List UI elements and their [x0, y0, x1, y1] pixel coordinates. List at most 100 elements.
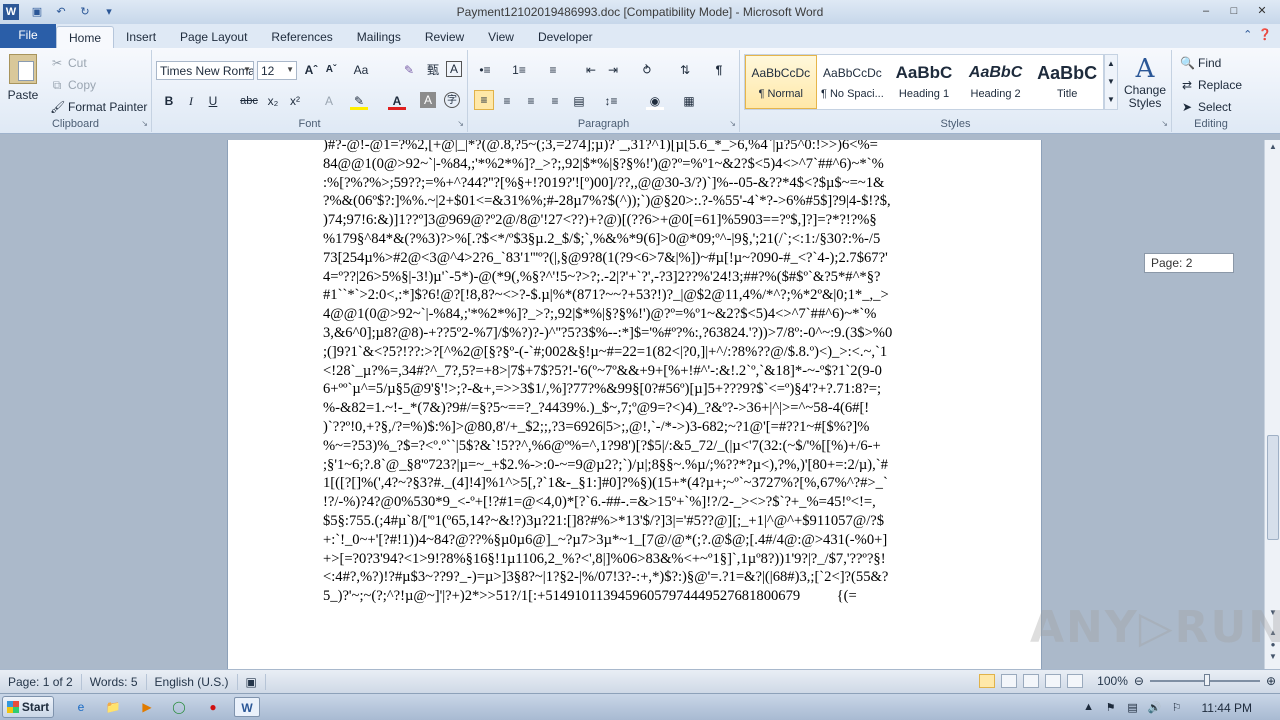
zoom-out-icon[interactable]: ⊖: [1134, 674, 1144, 688]
phonetic-guide-icon[interactable]: 甄: [424, 61, 442, 79]
sort-icon[interactable]: ⇅: [676, 61, 694, 79]
document-line[interactable]: 84@@1(0@>92~`|-%84,;'*%2*%]?_>?;,92|$*%|…: [323, 155, 943, 174]
styles-scroll[interactable]: ▲ ▼ ▼: [1104, 54, 1118, 110]
tab-page-layout[interactable]: Page Layout: [168, 26, 259, 48]
document-line[interactable]: +>[=?0?3'94?<1>9!?8%§16§!1µ1106,2_%?<',8…: [323, 550, 943, 569]
text-effects-icon[interactable]: A: [320, 92, 338, 110]
network-icon[interactable]: ▤: [1126, 701, 1140, 715]
align-right-icon[interactable]: ≡: [522, 92, 540, 110]
change-case-icon[interactable]: Aa: [352, 61, 370, 79]
document-line[interactable]: )74;97!6:&)]1??º]3@969@?º2@/8@'!27<??)+?…: [323, 211, 943, 230]
start-button[interactable]: Start: [2, 696, 54, 718]
style-normal[interactable]: AaBbCcDc ¶ Normal: [745, 55, 817, 109]
document-line[interactable]: #1``*`>2:0<,:*]$?6!@?[!8,8?~<>?-$.µ|%*(8…: [323, 286, 943, 305]
document-line[interactable]: :%[?%?%>;59??;=%+^?44?''?[%§+!?019?'![º)…: [323, 174, 943, 193]
superscript-icon[interactable]: x²: [286, 92, 304, 110]
document-line[interactable]: 4@@1(0@>92~`|-%84,;'*%2*%]?_>?;,92|$*%|§…: [323, 305, 943, 324]
shading-icon[interactable]: ◉: [646, 92, 664, 110]
italic-icon[interactable]: I: [182, 92, 200, 110]
font-name-box[interactable]: Times New Roma ▼: [156, 61, 254, 80]
document-page[interactable]: )#?-@!-@1=?%2,[+@|_|*?(@.8,?5~(;3,=274];…: [227, 140, 1042, 669]
chrome-icon[interactable]: ◯: [166, 697, 192, 717]
undo-icon[interactable]: ↶: [53, 4, 69, 20]
tab-insert[interactable]: Insert: [114, 26, 168, 48]
strikethrough-icon[interactable]: abc: [240, 92, 258, 110]
outline-view-icon[interactable]: [1045, 674, 1062, 688]
document-line[interactable]: 6+ºº`µ^=5/µ§5@9'§'!>;?-&+,=>>3$1/,%]?77?…: [323, 380, 943, 399]
zoom-level[interactable]: 100%: [1097, 674, 1128, 688]
document-line[interactable]: 73[254µ%>#2@<3@^4>2?6_`83'1'''º?(|,§@9?8…: [323, 249, 943, 268]
document-line[interactable]: $5§:755.(;4#µ`8/['º1(º65,14?~&!?)3µ?21:[…: [323, 512, 943, 531]
opera-icon[interactable]: ●: [200, 697, 226, 717]
align-left-icon[interactable]: ≡: [474, 90, 494, 110]
clear-formatting-icon[interactable]: ✎: [400, 61, 418, 79]
numbering-icon[interactable]: 1≡: [510, 61, 528, 79]
document-line[interactable]: ?%&(06º$?:]%%.~|2+$01<=&31%%;#-28µ7%?$(^…: [323, 192, 943, 211]
scroll-up-icon[interactable]: ▲: [1267, 142, 1279, 156]
tab-file[interactable]: File: [0, 24, 56, 48]
tab-developer[interactable]: Developer: [526, 26, 605, 48]
volume-icon[interactable]: 🔊: [1148, 701, 1162, 715]
style-title[interactable]: AaBbC Title: [1031, 55, 1103, 109]
document-line[interactable]: %179§^84*&(?%3)?>%[.?$<*/º$3§µ.2_$/$;`,%…: [323, 230, 943, 249]
close-button[interactable]: ✕: [1250, 3, 1274, 19]
bold-icon[interactable]: B: [160, 92, 178, 110]
tab-view[interactable]: View: [476, 26, 526, 48]
minimize-button[interactable]: –: [1194, 3, 1218, 19]
underline-icon[interactable]: U: [204, 92, 222, 110]
clock[interactable]: 11:44 PM: [1202, 701, 1252, 715]
page-count[interactable]: Page: 1 of 2: [0, 673, 82, 690]
flag-icon[interactable]: ⚐: [1170, 701, 1184, 715]
file-explorer-icon[interactable]: 📁: [100, 697, 126, 717]
font-launcher-icon[interactable]: ↘: [457, 119, 464, 128]
tab-home[interactable]: Home: [56, 26, 115, 48]
style-no-spacing[interactable]: AaBbCcDc ¶ No Spaci...: [817, 55, 889, 109]
next-page-icon[interactable]: ▼: [1267, 652, 1279, 666]
paragraph-launcher-icon[interactable]: ↘: [729, 119, 736, 128]
document-line[interactable]: )`??º!0,+?§,/?=%)$:%]>@80,8'/+_$2;;,?3=6…: [323, 418, 943, 437]
tab-review[interactable]: Review: [413, 26, 476, 48]
show-hidden-icons-icon[interactable]: ▲: [1082, 701, 1096, 715]
document-line[interactable]: +:`!_0~+'[?#!1))4~84?@??%§µ0µ6@]_~?µ7>3µ…: [323, 531, 943, 550]
decrease-indent-icon[interactable]: ⇤: [582, 61, 600, 79]
cut-button[interactable]: ✂ Cut: [50, 54, 87, 72]
document-line[interactable]: 4=º??|26>5%§|-3!)µ'`-5*)-@(*9(,%§?^'!5~?…: [323, 268, 943, 287]
word-count[interactable]: Words: 5: [82, 673, 147, 690]
show-hide-marks-icon[interactable]: ¶: [710, 61, 728, 79]
select-button[interactable]: ➤ Select: [1180, 98, 1231, 116]
document-line[interactable]: <:4#?,%?)!?#µ$3~??9?_-)=µ>]3§8?~|1?§2-|%…: [323, 568, 943, 587]
tab-mailings[interactable]: Mailings: [345, 26, 413, 48]
document-line[interactable]: 3,&6^0];µ8?@8)-+??5º2-%7]/$%?)?-)^''?5?3…: [323, 324, 943, 343]
word-app-icon[interactable]: W: [3, 4, 19, 20]
tab-references[interactable]: References: [259, 26, 344, 48]
line-spacing-icon[interactable]: ↕≡: [602, 92, 620, 110]
redo-icon[interactable]: ↻: [77, 4, 93, 20]
character-shading-icon[interactable]: A: [420, 92, 436, 108]
scrollbar-thumb[interactable]: [1267, 435, 1279, 540]
zoom-slider[interactable]: [1149, 674, 1260, 686]
draft-view-icon[interactable]: [1067, 674, 1084, 688]
distributed-icon[interactable]: ▤: [570, 92, 588, 110]
web-layout-icon[interactable]: [1023, 674, 1040, 688]
shrink-font-icon[interactable]: Aˇ: [322, 61, 340, 79]
multilevel-list-icon[interactable]: ≡: [544, 61, 562, 79]
minimize-ribbon-icon[interactable]: ⌃: [1243, 28, 1252, 41]
highlight-icon[interactable]: ✎: [350, 92, 368, 110]
style-heading-2[interactable]: AaBbC Heading 2: [960, 55, 1032, 109]
bullets-icon[interactable]: •≡: [476, 61, 494, 79]
document-line[interactable]: !?/-%)?4?@0%530*9_<-º+[!?#1=@<4,0)*[?`6.…: [323, 493, 943, 512]
document-line[interactable]: %-&82=1.~!-_*(7&)?9#/=§?5~==?_?4439%.)_$…: [323, 399, 943, 418]
language[interactable]: English (U.S.): [147, 673, 238, 690]
asian-layout-icon[interactable]: ⥁: [638, 61, 656, 79]
align-center-icon[interactable]: ≡: [498, 92, 516, 110]
change-styles-button[interactable]: A Change Styles: [1122, 54, 1168, 110]
internet-explorer-icon[interactable]: e: [68, 697, 94, 717]
media-player-icon[interactable]: ▶: [134, 697, 160, 717]
document-line[interactable]: ;§'1~6;?.8`@_§8'º723?|µ=~_+$2.%->:0-~=9@…: [323, 456, 943, 475]
action-center-icon[interactable]: ⚑: [1104, 701, 1118, 715]
maximize-button[interactable]: □: [1222, 3, 1246, 19]
document-line[interactable]: <!28`_µ?%=,34#?^_7?,5?=+8>|7$+7$?5?!-'6(…: [323, 362, 943, 381]
enclose-characters-icon[interactable]: 字: [444, 92, 460, 108]
customize-qat-icon[interactable]: ▾: [101, 4, 117, 20]
macro-record-icon[interactable]: ▣: [238, 673, 266, 690]
